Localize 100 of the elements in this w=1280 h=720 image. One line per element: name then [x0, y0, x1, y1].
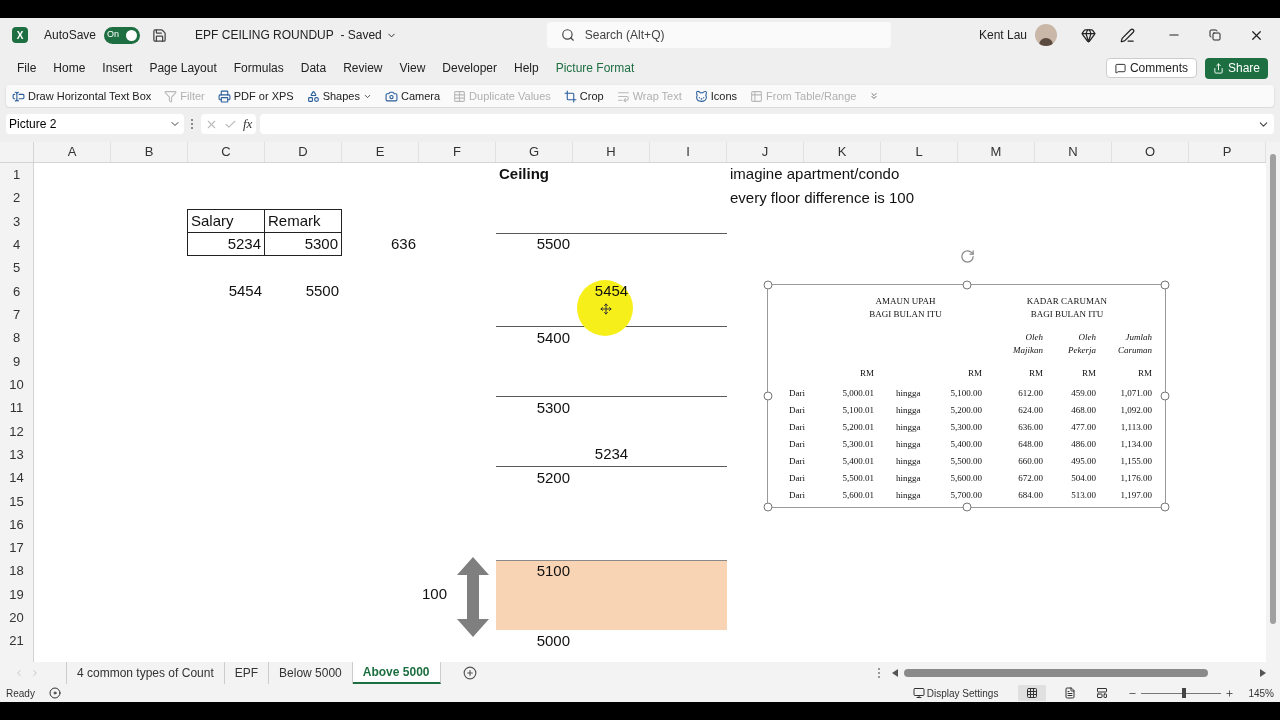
search-field[interactable]: Search (Alt+Q): [546, 22, 891, 48]
toolbar-button[interactable]: Crop: [563, 87, 604, 105]
zoom-level[interactable]: 145%: [1248, 685, 1274, 701]
column-header[interactable]: J: [727, 142, 804, 162]
row-header[interactable]: 16: [0, 512, 34, 537]
resize-handle[interactable]: [1160, 502, 1170, 512]
resize-handle[interactable]: [763, 391, 773, 401]
table-cell: 1,155.00: [1120, 456, 1152, 466]
row-header[interactable]: 11: [0, 396, 34, 420]
row-header[interactable]: 3: [0, 209, 34, 233]
resize-handle[interactable]: [1160, 391, 1170, 401]
row-header[interactable]: 9: [0, 349, 34, 373]
share-button[interactable]: Share: [1204, 57, 1268, 79]
document-title[interactable]: EPF CEILING ROUNDUP - Saved: [195, 26, 382, 44]
column-header[interactable]: F: [419, 142, 496, 162]
row-header[interactable]: 4: [0, 233, 34, 257]
column-header[interactable]: G: [496, 142, 573, 162]
menu-tab[interactable]: Review: [343, 59, 383, 77]
pen-icon[interactable]: [1120, 27, 1135, 43]
table-cell: 5300: [264, 232, 342, 257]
page-layout-icon[interactable]: [1064, 687, 1077, 699]
row-header[interactable]: 5: [0, 256, 34, 280]
toolbar-button[interactable]: PDF or XPS: [217, 87, 294, 105]
group-header: AMAUN UPAH BAGI BULAN ITU: [868, 295, 943, 321]
menu-tab[interactable]: Developer: [442, 59, 497, 77]
resize-handle[interactable]: [1160, 280, 1170, 290]
column-header[interactable]: N: [1035, 142, 1112, 162]
add-sheet-icon[interactable]: [462, 666, 477, 680]
menu-tab[interactable]: Data: [300, 59, 327, 77]
sheet-tab[interactable]: Above 5000: [352, 662, 441, 684]
row-header[interactable]: 10: [0, 372, 34, 397]
row-header[interactable]: 17: [0, 536, 34, 560]
row-header[interactable]: 8: [0, 326, 34, 350]
resize-handle[interactable]: [962, 502, 971, 512]
menu-tab[interactable]: Page Layout: [149, 59, 217, 77]
record-icon[interactable]: [48, 687, 61, 699]
comments-button[interactable]: Comments: [1105, 58, 1197, 78]
avatar[interactable]: [1035, 24, 1057, 46]
name-box[interactable]: Picture 2: [6, 114, 184, 134]
row-header[interactable]: 13: [0, 442, 34, 467]
cell-text: 5454: [594, 281, 629, 302]
toggle-knob[interactable]: [126, 29, 138, 41]
toolbar-button[interactable]: Shapes: [306, 87, 372, 105]
row-header[interactable]: 7: [0, 302, 34, 327]
toolbar-button[interactable]: Draw Horizontal Text Box: [12, 87, 152, 105]
zoom-slider-thumb[interactable]: [1181, 688, 1186, 698]
autosave-toggle[interactable]: On: [104, 26, 141, 44]
row-header[interactable]: 2: [0, 186, 34, 210]
menu-tab[interactable]: Insert: [102, 59, 133, 77]
toolbar-button[interactable]: Camera: [384, 87, 441, 105]
menu-tab[interactable]: File: [17, 59, 37, 77]
rotate-handle-icon[interactable]: [960, 249, 975, 264]
row-header[interactable]: 21: [0, 629, 34, 653]
column-header[interactable]: K: [804, 142, 881, 162]
formula-field[interactable]: [260, 114, 1274, 134]
row-header[interactable]: 12: [0, 419, 34, 443]
column-header[interactable]: O: [1112, 142, 1189, 162]
column-header[interactable]: L: [881, 142, 958, 162]
page-break-icon[interactable]: [1096, 687, 1109, 699]
row-header[interactable]: 20: [0, 606, 34, 630]
column-header[interactable]: E: [342, 142, 419, 162]
column-header[interactable]: B: [111, 142, 188, 162]
column-header[interactable]: I: [650, 142, 727, 162]
resize-handle[interactable]: [763, 280, 773, 290]
column-header[interactable]: H: [573, 142, 650, 162]
monitor-icon: [912, 687, 925, 699]
resize-handle[interactable]: [763, 502, 773, 512]
menu-tab[interactable]: Help: [514, 59, 539, 77]
menu-tab[interactable]: View: [399, 59, 426, 77]
column-header[interactable]: D: [265, 142, 342, 162]
zoom-in-icon[interactable]: [1225, 688, 1235, 698]
column-header[interactable]: A: [34, 142, 111, 162]
scroll-right-icon[interactable]: [1260, 669, 1266, 677]
scroll-left-icon[interactable]: [892, 669, 898, 677]
menu-tab[interactable]: Home: [53, 59, 86, 77]
restore-icon[interactable]: [1209, 29, 1221, 41]
table-cell: 612.00: [1018, 388, 1043, 398]
row-header[interactable]: 15: [0, 489, 34, 513]
currency-label: RM: [1137, 367, 1152, 380]
menu-tab[interactable]: Picture Format: [555, 59, 635, 77]
column-header[interactable]: M: [958, 142, 1035, 162]
row-header[interactable]: 14: [0, 466, 34, 490]
menu-tab[interactable]: Formulas: [233, 59, 284, 77]
display-settings-button[interactable]: Display Settings: [912, 685, 999, 701]
diamond-icon[interactable]: [1081, 27, 1096, 43]
row-header[interactable]: 6: [0, 279, 34, 303]
row-header[interactable]: 19: [0, 582, 34, 607]
normal-view-button[interactable]: [1018, 685, 1047, 701]
scroll-thumb[interactable]: [904, 669, 1208, 677]
row-header[interactable]: 1: [0, 163, 34, 187]
save-icon[interactable]: [152, 27, 168, 43]
user-name[interactable]: Kent Lau: [978, 26, 1027, 44]
column-header[interactable]: C: [188, 142, 265, 162]
table-cell: 1,092.00: [1120, 405, 1152, 415]
shapes-icon: [306, 89, 320, 103]
resize-handle[interactable]: [962, 280, 971, 290]
scroll-thumb[interactable]: [1270, 154, 1276, 624]
insert-function-button[interactable]: fx: [243, 114, 253, 134]
toolbar-button[interactable]: Icons: [694, 87, 738, 105]
row-header[interactable]: 18: [0, 559, 34, 583]
